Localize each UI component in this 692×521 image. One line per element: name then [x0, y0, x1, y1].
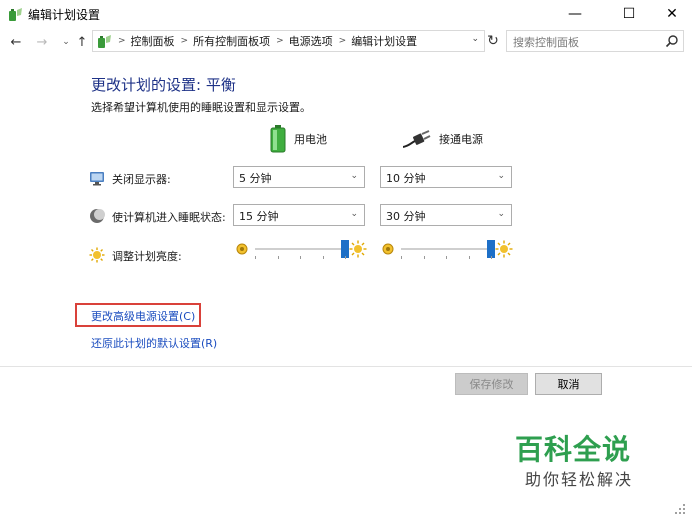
bright-sun-icon: [495, 240, 513, 258]
dim-sun-icon: [236, 243, 248, 255]
slider-tick: [345, 256, 346, 259]
display-off-plugged-select[interactable]: 10 分钟 ⌄: [380, 166, 512, 188]
sun-icon: [89, 247, 105, 263]
window-title: 编辑计划设置: [28, 8, 101, 22]
up-arrow-icon: ↑: [76, 34, 88, 50]
recent-locations-button[interactable]: ⌄: [58, 34, 74, 50]
plugged-in-column-label: 接通电源: [439, 133, 483, 146]
navigation-bar: ← → ⌄ ↑ > 控制面板 > 所有控制面板项 > 电源选项 > 编辑计划设置…: [0, 28, 692, 56]
control-panel-icon: [98, 35, 111, 48]
address-bar[interactable]: > 控制面板 > 所有控制面板项 > 电源选项 > 编辑计划设置 ⌄: [92, 30, 485, 52]
search-box[interactable]: 搜索控制面板: [506, 30, 684, 52]
page-title: 更改计划的设置: 平衡: [91, 76, 236, 94]
watermark-title: 百科全说: [515, 433, 632, 466]
dim-sun-icon: [382, 243, 394, 255]
breadcrumb-separator-icon: >: [180, 36, 189, 46]
search-icon[interactable]: [665, 34, 679, 48]
slider-tick: [300, 256, 301, 259]
sleep-battery-value: 15 分钟: [239, 210, 279, 223]
search-placeholder: 搜索控制面板: [513, 36, 579, 49]
chevron-down-icon: ⌄: [497, 171, 505, 181]
restore-defaults-link[interactable]: 还原此计划的默认设置(R): [91, 335, 217, 351]
advanced-power-settings-link[interactable]: 更改高级电源设置(C): [91, 308, 195, 324]
slider-tick: [401, 256, 402, 259]
slider-tick: [322, 256, 324, 259]
breadcrumb-power-options[interactable]: 电源选项: [289, 33, 333, 49]
slider-tick: [491, 256, 492, 259]
resize-grip-icon[interactable]: [674, 503, 686, 515]
display-off-battery-value: 5 分钟: [239, 172, 272, 185]
breadcrumb-separator-icon: >: [118, 36, 126, 46]
forward-button[interactable]: →: [34, 34, 50, 50]
power-options-app-icon: [9, 8, 22, 21]
breadcrumb-edit-plan[interactable]: 编辑计划设置: [351, 33, 417, 49]
minimize-button[interactable]: —: [552, 0, 598, 28]
back-arrow-icon: ←: [10, 34, 22, 50]
chevron-down-icon: ⌄: [350, 171, 358, 181]
power-plug-icon: [403, 130, 431, 148]
breadcrumb-separator-icon: >: [276, 36, 284, 46]
sleep-plugged-value: 30 分钟: [386, 210, 426, 223]
brightness-battery-slider[interactable]: [235, 240, 367, 260]
maximize-button[interactable]: ☐: [606, 0, 652, 28]
chevron-down-icon: ⌄: [62, 37, 70, 47]
sleep-battery-select[interactable]: 15 分钟 ⌄: [233, 204, 365, 226]
save-changes-button[interactable]: 保存修改: [455, 373, 528, 395]
plan-settings-panel: 更改计划的设置: 平衡 选择希望计算机使用的睡眠设置和显示设置。 用电池 接通电…: [0, 56, 692, 366]
maximize-icon: ☐: [622, 6, 636, 22]
forward-arrow-icon: →: [36, 34, 48, 50]
chevron-down-icon: ⌄: [497, 209, 505, 219]
refresh-button[interactable]: ↻: [484, 31, 502, 51]
address-dropdown-icon[interactable]: ⌄: [471, 34, 479, 44]
breadcrumb-separator-icon: >: [338, 36, 347, 46]
moon-icon: [90, 209, 105, 223]
slider-tick: [277, 256, 279, 259]
slider-track: [401, 248, 491, 250]
display-off-plugged-value: 10 分钟: [386, 172, 426, 185]
slider-track: [255, 248, 345, 250]
slider-tick: [468, 256, 470, 259]
close-icon: ✕: [666, 6, 678, 22]
refresh-icon: ↻: [487, 33, 499, 49]
up-button[interactable]: ↑: [74, 34, 90, 50]
slider-tick: [423, 256, 425, 259]
brightness-label: 调整计划亮度:: [112, 250, 182, 263]
sleep-label: 使计算机进入睡眠状态:: [112, 211, 226, 224]
page-description: 选择希望计算机使用的睡眠设置和显示设置。: [91, 101, 311, 114]
battery-column-label: 用电池: [294, 133, 327, 146]
close-button[interactable]: ✕: [652, 0, 692, 28]
battery-icon: [270, 125, 286, 153]
minimize-icon: —: [568, 6, 582, 22]
title-bar: 编辑计划设置 — ☐ ✕: [0, 0, 692, 28]
slider-tick: [446, 256, 447, 259]
monitor-icon: [90, 172, 104, 186]
chevron-down-icon: ⌄: [350, 209, 358, 219]
sleep-plugged-select[interactable]: 30 分钟 ⌄: [380, 204, 512, 226]
brightness-plugged-slider[interactable]: [381, 240, 513, 260]
plugged-in-column-header: 接通电源: [403, 124, 483, 154]
footer-divider: [0, 366, 692, 367]
watermark-subtitle: 助你轻松解决: [525, 470, 634, 489]
bright-sun-icon: [349, 240, 367, 258]
display-off-label: 关闭显示器:: [112, 173, 171, 186]
breadcrumb-control-panel[interactable]: 控制面板: [131, 33, 175, 49]
slider-tick: [255, 256, 256, 259]
back-button[interactable]: ←: [8, 34, 24, 50]
cancel-button[interactable]: 取消: [535, 373, 602, 395]
breadcrumb-all-items[interactable]: 所有控制面板项: [193, 33, 270, 49]
battery-column-header: 用电池: [270, 124, 327, 154]
display-off-battery-select[interactable]: 5 分钟 ⌄: [233, 166, 365, 188]
